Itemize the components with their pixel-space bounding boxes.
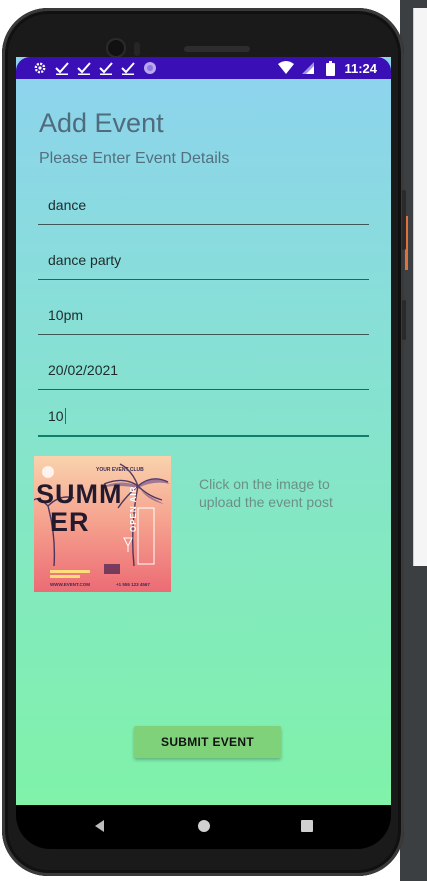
check-icon	[76, 60, 92, 76]
poster-side-text: OPEN AIR	[129, 485, 138, 532]
event-description-field[interactable]: dance party	[38, 243, 369, 280]
text-caret	[64, 408, 67, 424]
gear-icon	[32, 60, 48, 76]
page-title: Add Event	[39, 108, 164, 138]
event-date-value: 20/02/2021	[48, 362, 119, 378]
check-icon	[98, 60, 114, 76]
event-name-field[interactable]: dance	[38, 188, 369, 225]
poster-title-line1: SUMM	[36, 479, 123, 509]
poster-title-line2: ER	[50, 507, 90, 537]
app-screen: 11:24 Add Event Please Enter Event Detai…	[16, 57, 391, 805]
circle-icon	[142, 60, 158, 76]
event-date-field[interactable]: 20/02/2021	[38, 353, 369, 390]
earpiece-speaker	[184, 46, 250, 52]
poster-brand: YOUR EVENT CLUB	[96, 467, 144, 473]
battery-icon	[322, 60, 338, 76]
page-subtitle: Please Enter Event Details	[39, 150, 230, 167]
status-bar: 11:24	[16, 57, 391, 79]
navigation-bar	[16, 805, 391, 849]
status-time: 11:24	[344, 60, 377, 76]
power-button	[402, 300, 406, 340]
check-icon	[120, 60, 136, 76]
poster-phone: +1 555 123 4567	[116, 582, 150, 587]
event-description-value: dance party	[48, 252, 122, 268]
event-time-value: 10pm	[48, 307, 84, 323]
front-camera	[108, 40, 124, 56]
signal-icon	[300, 60, 316, 76]
event-time-field[interactable]: 10pm	[38, 298, 369, 335]
volume-button	[402, 190, 406, 250]
submit-event-button[interactable]: SUBMIT EVENT	[134, 726, 281, 758]
wifi-icon	[278, 60, 295, 76]
upload-hint-text: Click on the image to upload the event p…	[199, 476, 333, 510]
recents-icon[interactable]	[300, 819, 314, 838]
background-editor-panel	[413, 8, 427, 566]
sensor	[134, 42, 140, 56]
event-capacity-field[interactable]: 10	[38, 399, 369, 437]
check-icon	[54, 60, 70, 76]
back-icon[interactable]	[93, 819, 107, 838]
home-icon[interactable]	[197, 819, 211, 838]
event-poster-image[interactable]: YOUR EVENT CLUB SUMM ER OPEN AIR WWW.EVE…	[34, 456, 171, 592]
event-name-value: dance	[48, 197, 87, 213]
poster-website: WWW.EVENT.COM	[50, 582, 90, 587]
event-capacity-value: 10	[48, 408, 67, 424]
